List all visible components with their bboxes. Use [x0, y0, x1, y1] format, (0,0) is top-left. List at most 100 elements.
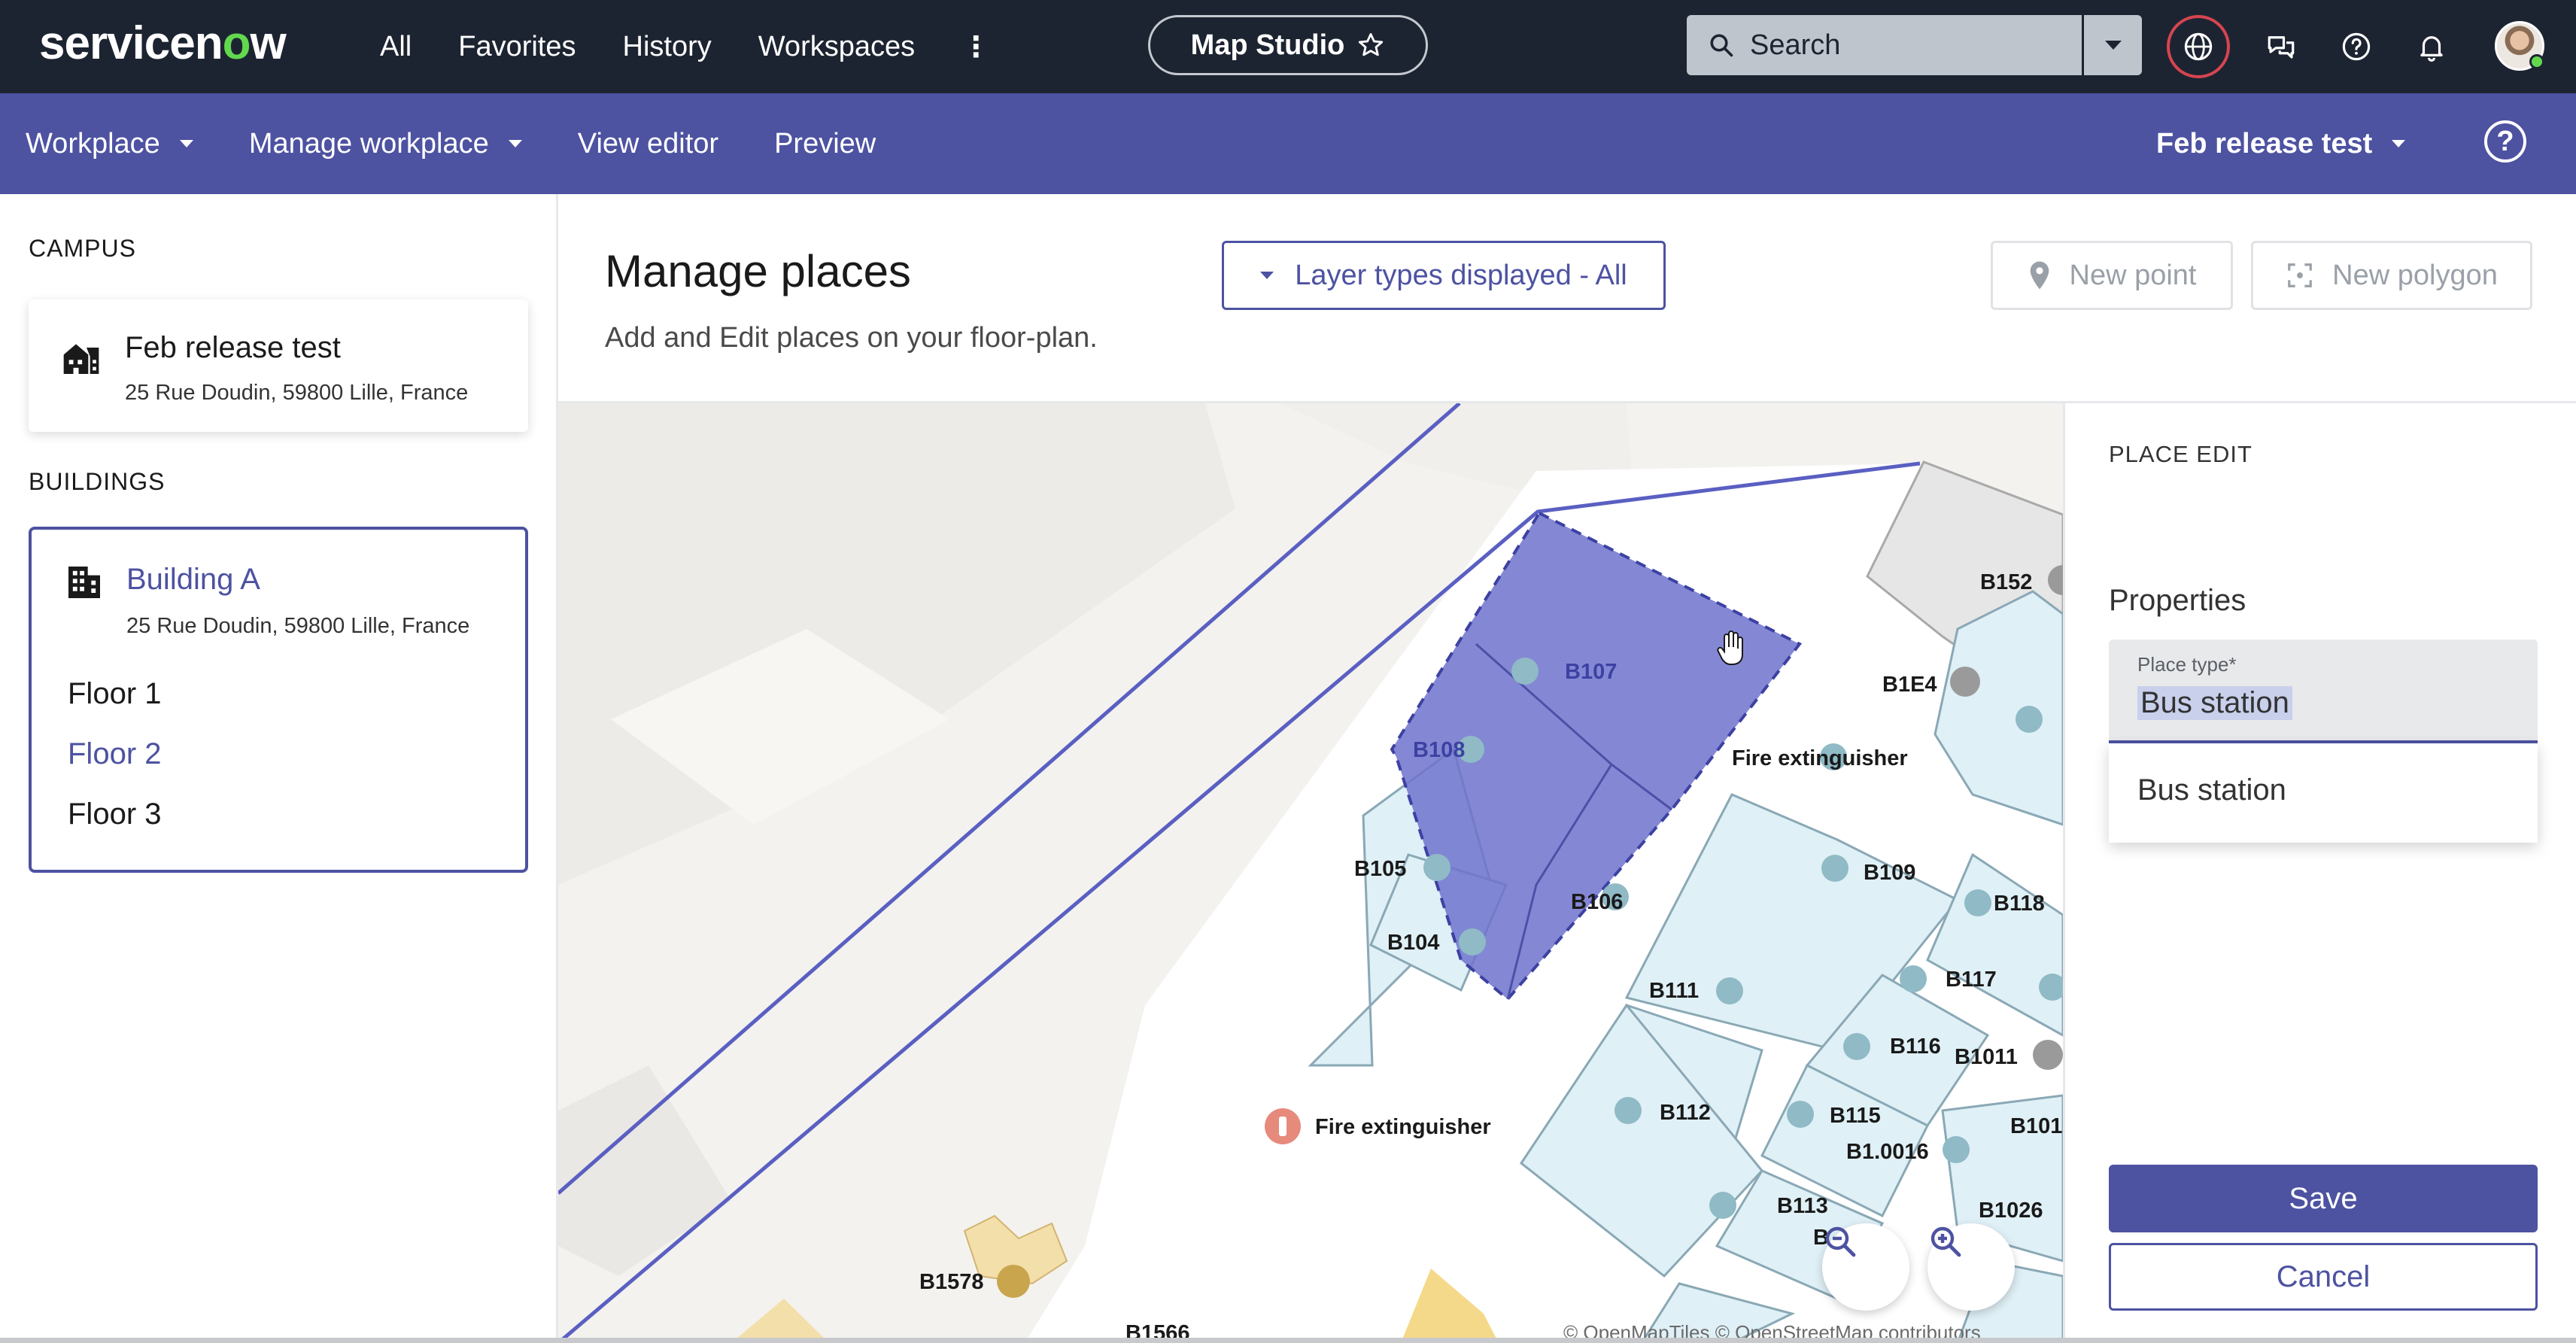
nav-history[interactable]: History	[623, 31, 712, 63]
save-button[interactable]: Save	[2109, 1165, 2538, 1232]
zoom-in-icon	[1930, 1226, 1961, 1257]
menu-manage-workplace-label: Manage workplace	[248, 127, 489, 160]
info-marker[interactable]	[1950, 667, 1980, 697]
manage-places-header: Manage places Add and Edit places on you…	[558, 194, 2576, 403]
floor-plan-map[interactable]: B152 B1E4 B107 B108 Fire extinguisher B1…	[558, 403, 2063, 1343]
building-card[interactable]: Building A 25 Rue Doudin, 59800 Lille, F…	[29, 527, 528, 873]
properties-heading: Properties	[2109, 584, 2246, 617]
nav-all[interactable]: All	[380, 31, 412, 63]
bus-station-marker[interactable]	[1900, 965, 1927, 992]
language-button[interactable]	[2167, 15, 2230, 78]
help-button[interactable]	[2332, 23, 2380, 71]
bus-station-marker[interactable]	[1716, 977, 1743, 1004]
room-label-b108: B108	[1413, 738, 1465, 762]
campus-section-label: CAMPUS	[29, 235, 136, 262]
caret-down-icon	[179, 140, 193, 147]
page-title: Manage places	[605, 246, 911, 296]
search-input[interactable]: Search	[1750, 29, 1840, 62]
search-scope-dropdown[interactable]	[2082, 15, 2142, 75]
global-search[interactable]: Search	[1687, 15, 2142, 75]
campus-address: 25 Rue Doudin, 59800 Lille, France	[125, 381, 469, 405]
app-title-pill[interactable]: Map Studio	[1148, 15, 1428, 75]
room-label-b1e4: B1E4	[1882, 673, 1937, 697]
bus-station-marker[interactable]	[1511, 658, 1539, 685]
zoom-out-button[interactable]	[1822, 1223, 1909, 1311]
map-pin-icon	[2030, 261, 2049, 290]
dropdown-option-bus-station[interactable]: Bus station	[2137, 773, 2286, 807]
nav-workspaces[interactable]: Workspaces	[758, 31, 915, 63]
bus-station-marker[interactable]	[2016, 706, 2043, 733]
bus-station-marker[interactable]	[1709, 1192, 1736, 1219]
place-type-field[interactable]: Place type* Bus station	[2109, 640, 2538, 743]
info-marker[interactable]	[2033, 1040, 2063, 1070]
room-label-b1026: B1026	[1979, 1199, 2043, 1223]
campus-card[interactable]: Feb release test 25 Rue Doudin, 59800 Li…	[29, 299, 528, 432]
room-label-b105: B105	[1354, 857, 1406, 881]
room-label-b1011: B1011	[1955, 1045, 2018, 1069]
question-icon	[2342, 32, 2371, 61]
floor-item-2[interactable]: Floor 2	[68, 737, 162, 771]
place-type-input[interactable]: Bus station	[2137, 686, 2292, 720]
bus-station-marker[interactable]	[1459, 928, 1486, 956]
bus-station-marker[interactable]	[1821, 855, 1848, 882]
room-label-b107: B107	[1565, 660, 1617, 684]
new-polygon-button[interactable]: New polygon	[2251, 241, 2532, 310]
release-label: Feb release test	[2156, 127, 2373, 160]
chat-button[interactable]	[2257, 23, 2305, 71]
floor-item-3[interactable]: Floor 3	[68, 798, 162, 831]
place-edit-heading: PLACE EDIT	[2109, 441, 2252, 467]
room-label-b117: B117	[1946, 968, 1997, 992]
servicenow-logo[interactable]: servicenow	[39, 17, 287, 70]
fire-extinguisher-label: Fire extinguisher	[1732, 746, 1908, 770]
menu-workplace[interactable]: Workplace	[26, 128, 193, 160]
bus-station-marker[interactable]	[1943, 1136, 1970, 1163]
menu-manage-workplace[interactable]: Manage workplace	[249, 128, 522, 160]
floor-item-1[interactable]: Floor 1	[68, 677, 162, 711]
decorative-shape	[731, 1299, 829, 1343]
menu-workplace-label: Workplace	[26, 127, 160, 160]
help-circle-icon[interactable]: ?	[2484, 120, 2526, 163]
fire-extinguisher-label-2: Fire extinguisher	[1315, 1115, 1491, 1139]
room-label-b1578: B1578	[919, 1270, 983, 1294]
app-title: Map Studio	[1190, 29, 1345, 61]
room-label-b112: B112	[1660, 1101, 1711, 1125]
layer-types-button[interactable]: Layer types displayed - All	[1222, 241, 1666, 310]
menu-view-editor[interactable]: View editor	[578, 128, 718, 160]
floor-plan-canvas[interactable]: B152 B1E4 B107 B108 Fire extinguisher B1…	[558, 403, 2063, 1343]
new-point-label: New point	[2069, 259, 2197, 291]
zoom-out-icon	[1825, 1226, 1856, 1257]
new-point-button[interactable]: New point	[1991, 241, 2233, 310]
star-icon[interactable]	[1356, 31, 1385, 59]
nav-favorites[interactable]: Favorites	[458, 31, 576, 63]
chat-icon	[2268, 36, 2295, 59]
bus-station-marker[interactable]	[1423, 854, 1451, 881]
notifications-button[interactable]	[2407, 23, 2456, 71]
room-label-b113: B113	[1777, 1194, 1828, 1218]
bus-station-marker[interactable]	[1787, 1101, 1814, 1128]
bus-station-marker[interactable]	[1843, 1033, 1870, 1060]
layer-types-label: Layer types displayed - All	[1295, 259, 1627, 291]
buildings-section-label: BUILDINGS	[29, 468, 166, 495]
room-label-b115: B115	[1830, 1104, 1881, 1128]
chevron-down-icon	[2104, 41, 2122, 50]
campus-name: Feb release test	[125, 331, 341, 364]
room-label-b101: B101	[2010, 1114, 2062, 1138]
release-selector[interactable]: Feb release test	[2156, 93, 2406, 194]
top-actions	[2167, 15, 2456, 78]
top-navigation-bar: servicenow All Favorites History Workspa…	[0, 0, 2576, 93]
bus-station-marker[interactable]	[1615, 1097, 1642, 1124]
top-nav-menu: All Favorites History Workspaces ⋮	[380, 0, 990, 93]
restaurant-marker[interactable]	[997, 1265, 1030, 1298]
cancel-button[interactable]: Cancel	[2109, 1243, 2538, 1311]
room-label-b104: B104	[1387, 931, 1439, 955]
caret-down-icon	[508, 140, 522, 147]
room-label-b10016: B1.0016	[1846, 1140, 1929, 1164]
menu-preview[interactable]: Preview	[774, 128, 876, 160]
bus-station-marker[interactable]	[1964, 889, 1991, 916]
more-menu-icon[interactable]: ⋮	[961, 30, 990, 64]
zoom-in-button[interactable]	[1927, 1223, 2015, 1311]
room-label-b106: B106	[1571, 890, 1623, 914]
building-name[interactable]: Building A	[126, 563, 260, 597]
place-edit-panel: PLACE EDIT Properties Place type* Bus st…	[2063, 403, 2576, 1343]
menu-preview-label: Preview	[774, 127, 876, 160]
